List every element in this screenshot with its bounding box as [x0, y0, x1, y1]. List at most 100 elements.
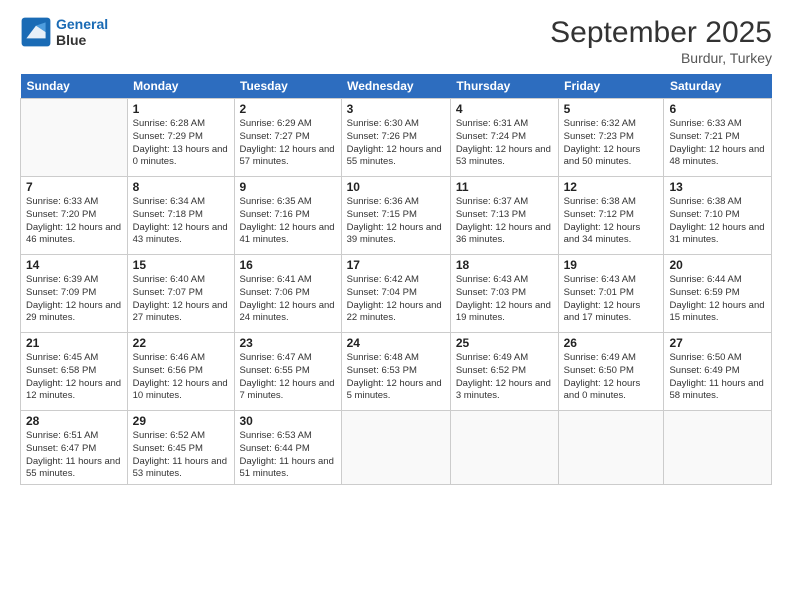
cell-info: Sunrise: 6:33 AMSunset: 7:21 PMDaylight:… — [669, 118, 766, 169]
calendar-cell — [21, 99, 128, 177]
cell-info: Sunrise: 6:53 AMSunset: 6:44 PMDaylight:… — [240, 430, 336, 481]
day-header-saturday: Saturday — [664, 74, 772, 99]
day-number: 18 — [456, 258, 553, 272]
day-number: 11 — [456, 180, 553, 194]
day-header-sunday: Sunday — [21, 74, 128, 99]
day-number: 26 — [564, 336, 659, 350]
cell-info: Sunrise: 6:49 AMSunset: 6:52 PMDaylight:… — [456, 352, 553, 403]
day-header-thursday: Thursday — [450, 74, 558, 99]
calendar-cell: 4 Sunrise: 6:31 AMSunset: 7:24 PMDayligh… — [450, 99, 558, 177]
cell-info: Sunrise: 6:49 AMSunset: 6:50 PMDaylight:… — [564, 352, 659, 403]
cell-info: Sunrise: 6:48 AMSunset: 6:53 PMDaylight:… — [347, 352, 445, 403]
calendar-cell: 21 Sunrise: 6:45 AMSunset: 6:58 PMDaylig… — [21, 333, 128, 411]
cell-info: Sunrise: 6:30 AMSunset: 7:26 PMDaylight:… — [347, 118, 445, 169]
calendar-cell: 25 Sunrise: 6:49 AMSunset: 6:52 PMDaylig… — [450, 333, 558, 411]
day-number: 20 — [669, 258, 766, 272]
header: General Blue September 2025 Burdur, Turk… — [20, 16, 772, 66]
calendar-cell: 18 Sunrise: 6:43 AMSunset: 7:03 PMDaylig… — [450, 255, 558, 333]
day-number: 1 — [133, 102, 229, 116]
cell-info: Sunrise: 6:47 AMSunset: 6:55 PMDaylight:… — [240, 352, 336, 403]
cell-info: Sunrise: 6:46 AMSunset: 6:56 PMDaylight:… — [133, 352, 229, 403]
calendar-cell: 7 Sunrise: 6:33 AMSunset: 7:20 PMDayligh… — [21, 177, 128, 255]
cell-info: Sunrise: 6:40 AMSunset: 7:07 PMDaylight:… — [133, 274, 229, 325]
calendar-cell: 3 Sunrise: 6:30 AMSunset: 7:26 PMDayligh… — [341, 99, 450, 177]
day-number: 8 — [133, 180, 229, 194]
logo-text: General Blue — [56, 16, 108, 48]
calendar-cell — [664, 411, 772, 485]
cell-info: Sunrise: 6:32 AMSunset: 7:23 PMDaylight:… — [564, 118, 659, 169]
calendar-cell: 8 Sunrise: 6:34 AMSunset: 7:18 PMDayligh… — [127, 177, 234, 255]
calendar-cell: 6 Sunrise: 6:33 AMSunset: 7:21 PMDayligh… — [664, 99, 772, 177]
day-number: 7 — [26, 180, 122, 194]
day-number: 25 — [456, 336, 553, 350]
cell-info: Sunrise: 6:37 AMSunset: 7:13 PMDaylight:… — [456, 196, 553, 247]
day-number: 19 — [564, 258, 659, 272]
subtitle: Burdur, Turkey — [550, 50, 772, 66]
calendar-cell: 29 Sunrise: 6:52 AMSunset: 6:45 PMDaylig… — [127, 411, 234, 485]
day-number: 3 — [347, 102, 445, 116]
day-number: 30 — [240, 414, 336, 428]
day-number: 14 — [26, 258, 122, 272]
cell-info: Sunrise: 6:36 AMSunset: 7:15 PMDaylight:… — [347, 196, 445, 247]
cell-info: Sunrise: 6:43 AMSunset: 7:03 PMDaylight:… — [456, 274, 553, 325]
day-header-wednesday: Wednesday — [341, 74, 450, 99]
day-number: 6 — [669, 102, 766, 116]
cell-info: Sunrise: 6:31 AMSunset: 7:24 PMDaylight:… — [456, 118, 553, 169]
day-number: 29 — [133, 414, 229, 428]
day-number: 22 — [133, 336, 229, 350]
logo-icon — [20, 16, 52, 48]
calendar-cell: 30 Sunrise: 6:53 AMSunset: 6:44 PMDaylig… — [234, 411, 341, 485]
day-header-tuesday: Tuesday — [234, 74, 341, 99]
month-title: September 2025 — [550, 16, 772, 50]
calendar-cell: 20 Sunrise: 6:44 AMSunset: 6:59 PMDaylig… — [664, 255, 772, 333]
cell-info: Sunrise: 6:42 AMSunset: 7:04 PMDaylight:… — [347, 274, 445, 325]
calendar-cell: 5 Sunrise: 6:32 AMSunset: 7:23 PMDayligh… — [558, 99, 664, 177]
calendar-cell: 2 Sunrise: 6:29 AMSunset: 7:27 PMDayligh… — [234, 99, 341, 177]
calendar-cell: 24 Sunrise: 6:48 AMSunset: 6:53 PMDaylig… — [341, 333, 450, 411]
header-row: SundayMondayTuesdayWednesdayThursdayFrid… — [21, 74, 772, 99]
calendar-cell: 17 Sunrise: 6:42 AMSunset: 7:04 PMDaylig… — [341, 255, 450, 333]
calendar-cell — [341, 411, 450, 485]
calendar-cell: 27 Sunrise: 6:50 AMSunset: 6:49 PMDaylig… — [664, 333, 772, 411]
cell-info: Sunrise: 6:35 AMSunset: 7:16 PMDaylight:… — [240, 196, 336, 247]
day-number: 4 — [456, 102, 553, 116]
week-row-5: 28 Sunrise: 6:51 AMSunset: 6:47 PMDaylig… — [21, 411, 772, 485]
day-number: 28 — [26, 414, 122, 428]
cell-info: Sunrise: 6:43 AMSunset: 7:01 PMDaylight:… — [564, 274, 659, 325]
calendar-cell: 1 Sunrise: 6:28 AMSunset: 7:29 PMDayligh… — [127, 99, 234, 177]
calendar-cell: 16 Sunrise: 6:41 AMSunset: 7:06 PMDaylig… — [234, 255, 341, 333]
day-header-monday: Monday — [127, 74, 234, 99]
calendar-cell: 10 Sunrise: 6:36 AMSunset: 7:15 PMDaylig… — [341, 177, 450, 255]
cell-info: Sunrise: 6:39 AMSunset: 7:09 PMDaylight:… — [26, 274, 122, 325]
cell-info: Sunrise: 6:29 AMSunset: 7:27 PMDaylight:… — [240, 118, 336, 169]
calendar-cell: 12 Sunrise: 6:38 AMSunset: 7:12 PMDaylig… — [558, 177, 664, 255]
day-number: 23 — [240, 336, 336, 350]
cell-info: Sunrise: 6:38 AMSunset: 7:10 PMDaylight:… — [669, 196, 766, 247]
cell-info: Sunrise: 6:50 AMSunset: 6:49 PMDaylight:… — [669, 352, 766, 403]
day-header-friday: Friday — [558, 74, 664, 99]
calendar-cell: 26 Sunrise: 6:49 AMSunset: 6:50 PMDaylig… — [558, 333, 664, 411]
cell-info: Sunrise: 6:41 AMSunset: 7:06 PMDaylight:… — [240, 274, 336, 325]
day-number: 21 — [26, 336, 122, 350]
week-row-2: 7 Sunrise: 6:33 AMSunset: 7:20 PMDayligh… — [21, 177, 772, 255]
cell-info: Sunrise: 6:51 AMSunset: 6:47 PMDaylight:… — [26, 430, 122, 481]
cell-info: Sunrise: 6:28 AMSunset: 7:29 PMDaylight:… — [133, 118, 229, 169]
day-number: 16 — [240, 258, 336, 272]
day-number: 24 — [347, 336, 445, 350]
calendar-cell: 13 Sunrise: 6:38 AMSunset: 7:10 PMDaylig… — [664, 177, 772, 255]
day-number: 2 — [240, 102, 336, 116]
day-number: 17 — [347, 258, 445, 272]
week-row-4: 21 Sunrise: 6:45 AMSunset: 6:58 PMDaylig… — [21, 333, 772, 411]
week-row-1: 1 Sunrise: 6:28 AMSunset: 7:29 PMDayligh… — [21, 99, 772, 177]
calendar-cell: 22 Sunrise: 6:46 AMSunset: 6:56 PMDaylig… — [127, 333, 234, 411]
calendar-cell: 28 Sunrise: 6:51 AMSunset: 6:47 PMDaylig… — [21, 411, 128, 485]
day-number: 10 — [347, 180, 445, 194]
cell-info: Sunrise: 6:38 AMSunset: 7:12 PMDaylight:… — [564, 196, 659, 247]
day-number: 13 — [669, 180, 766, 194]
cell-info: Sunrise: 6:44 AMSunset: 6:59 PMDaylight:… — [669, 274, 766, 325]
calendar-cell: 15 Sunrise: 6:40 AMSunset: 7:07 PMDaylig… — [127, 255, 234, 333]
logo: General Blue — [20, 16, 108, 48]
calendar-page: General Blue September 2025 Burdur, Turk… — [0, 0, 792, 612]
day-number: 12 — [564, 180, 659, 194]
day-number: 5 — [564, 102, 659, 116]
